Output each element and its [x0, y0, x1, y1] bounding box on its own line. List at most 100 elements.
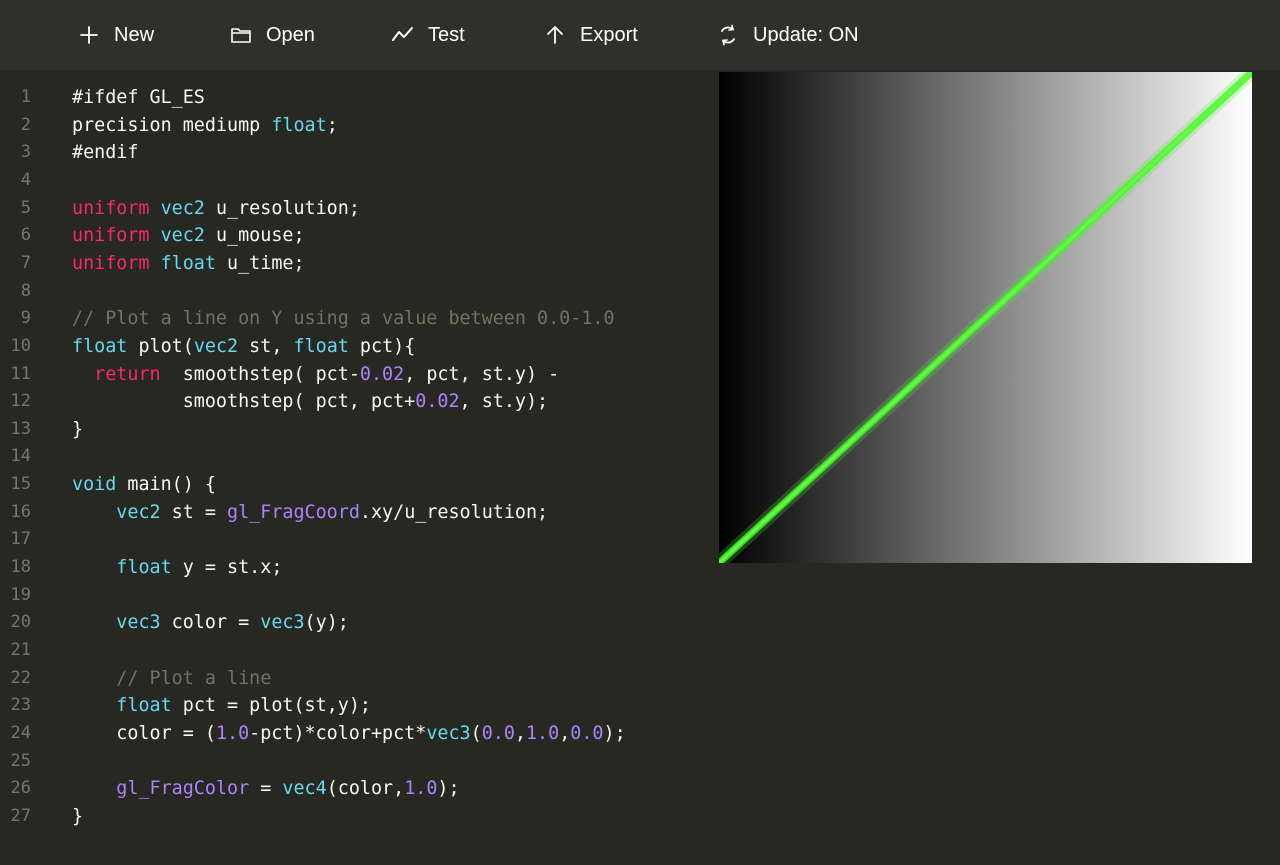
code-token: pct = plot(st,y);	[171, 695, 371, 717]
line-number: 14	[10, 446, 31, 467]
code-token: float	[116, 695, 172, 717]
code-token: u_time;	[215, 252, 305, 274]
code-line[interactable]: 10 float plot(vec2 st, float pct){	[0, 333, 710, 361]
code-line[interactable]: 21	[0, 637, 710, 665]
code-line[interactable]: 15 void main() {	[0, 471, 710, 499]
toolbar: New Open Test Export Update: ON	[0, 0, 1280, 70]
code-text: return smoothstep( pct-0.02, pct, st.y) …	[72, 361, 559, 389]
update-toggle-button[interactable]: Update: ON	[717, 17, 859, 53]
folder-icon	[230, 24, 252, 46]
code-token: );	[603, 722, 626, 744]
open-button[interactable]: Open	[230, 17, 315, 53]
code-line[interactable]: 4	[0, 167, 710, 195]
code-text: uniform vec2 u_resolution;	[72, 195, 360, 223]
code-token: 0.0	[481, 722, 515, 744]
code-line[interactable]: 13}	[0, 416, 710, 444]
code-line[interactable]: 25	[0, 748, 710, 776]
line-number: 8	[20, 280, 31, 301]
code-line[interactable]: 20 vec3 color = vec3(y);	[0, 609, 710, 637]
code-token: st,	[238, 335, 294, 357]
code-text: float plot(vec2 st, float pct){	[72, 333, 415, 361]
code-line[interactable]: 18 float y = st.x;	[0, 554, 710, 582]
code-line[interactable]: 7 uniform float u_time;	[0, 250, 710, 278]
code-token: 0.0	[570, 722, 604, 744]
code-token: return	[94, 363, 161, 385]
code-text: float y = st.x;	[72, 554, 282, 582]
code-token: uniform	[72, 252, 150, 274]
code-text: gl_FragColor = vec4(color,1.0);	[72, 775, 459, 803]
open-button-label: Open	[266, 23, 315, 46]
line-number: 1	[20, 87, 31, 107]
code-token: u_resolution;	[204, 197, 360, 219]
code-line[interactable]: 6 uniform vec2 u_mouse;	[0, 222, 710, 250]
code-token: smoothstep( pct-	[160, 363, 360, 385]
code-token: (color,	[326, 778, 405, 800]
code-token: float	[72, 335, 128, 357]
code-token: color = (	[72, 722, 216, 744]
code-text: precision mediump float;	[72, 112, 338, 140]
code-line[interactable]: 16 vec2 st = gl_FragCoord.xy/u_resolutio…	[0, 499, 710, 527]
code-line[interactable]: 11 return smoothstep( pct-0.02, pct, st.…	[0, 361, 710, 389]
code-token: 1.0	[525, 722, 560, 744]
test-button[interactable]: Test	[392, 17, 465, 53]
code-token: (y);	[304, 612, 349, 634]
code-line[interactable]: 14	[0, 443, 710, 471]
code-line[interactable]: 22 // Plot a line	[0, 665, 710, 693]
line-number: 19	[10, 584, 31, 605]
line-number: 9	[20, 308, 31, 329]
code-line[interactable]: 8	[0, 278, 710, 306]
new-button[interactable]: New	[78, 17, 154, 53]
export-button[interactable]: Export	[544, 17, 638, 53]
code-token: plot(	[127, 335, 194, 357]
code-token: vec2	[193, 335, 239, 357]
code-line[interactable]: 2 precision mediump float;	[0, 112, 710, 140]
code-line[interactable]: 3 #endif	[0, 139, 710, 167]
code-token: void	[72, 474, 117, 496]
code-token: float	[160, 252, 216, 274]
line-number: 10	[10, 335, 31, 356]
line-number: 15	[10, 474, 31, 495]
code-text: // Plot a line	[72, 665, 271, 693]
code-token: uniform	[72, 197, 150, 219]
code-line[interactable]: 12 smoothstep( pct, pct+0.02, st.y);	[0, 388, 710, 416]
line-number: 18	[10, 557, 31, 578]
line-number: 4	[20, 169, 31, 190]
code-line[interactable]: 26 gl_FragColor = vec4(color,1.0);	[0, 775, 710, 803]
code-token: float	[271, 114, 327, 136]
code-token: pct){	[348, 335, 416, 357]
code-token: ,	[514, 722, 526, 744]
code-token: #ifdef GL_ES	[72, 87, 205, 108]
code-token: 0.02	[415, 391, 460, 413]
code-line[interactable]: 1 #ifdef GL_ES	[0, 84, 710, 112]
line-number: 17	[10, 529, 31, 550]
code-text: #ifdef GL_ES	[72, 84, 205, 112]
code-token: 1.0	[215, 722, 250, 744]
code-line[interactable]: 9 // Plot a line on Y using a value betwe…	[0, 305, 710, 333]
code-token: vec3	[260, 612, 305, 634]
code-text: void main() {	[72, 471, 216, 499]
code-token: }	[72, 805, 84, 827]
code-token: // Plot a line on Y using a value betwee…	[72, 308, 615, 330]
code-line[interactable]: 27}	[0, 803, 710, 831]
code-token: precision mediump	[72, 114, 272, 136]
code-text: }	[72, 416, 83, 444]
code-line[interactable]: 17	[0, 526, 710, 554]
code-line[interactable]: 24 color = (1.0-pct)*color+pct*vec3(0.0,…	[0, 720, 710, 748]
update-button-label: Update: ON	[753, 23, 859, 46]
line-number: 12	[10, 391, 31, 412]
code-token: vec4	[282, 778, 327, 800]
code-line[interactable]: 19	[0, 582, 710, 610]
code-editor[interactable]: 1 #ifdef GL_ES 2 precision mediump float; 3 #…	[0, 84, 710, 865]
code-token: .xy/u_resolution;	[359, 501, 549, 523]
code-token: smoothstep( pct, pct+	[72, 391, 416, 413]
code-text: color = (1.0-pct)*color+pct*vec3(0.0,1.0…	[72, 720, 626, 748]
line-number: 24	[10, 722, 31, 743]
code-line[interactable]: 5 uniform vec2 u_resolution;	[0, 195, 710, 223]
code-line[interactable]: 23 float pct = plot(st,y);	[0, 692, 710, 720]
code-token: vec2	[116, 501, 161, 523]
